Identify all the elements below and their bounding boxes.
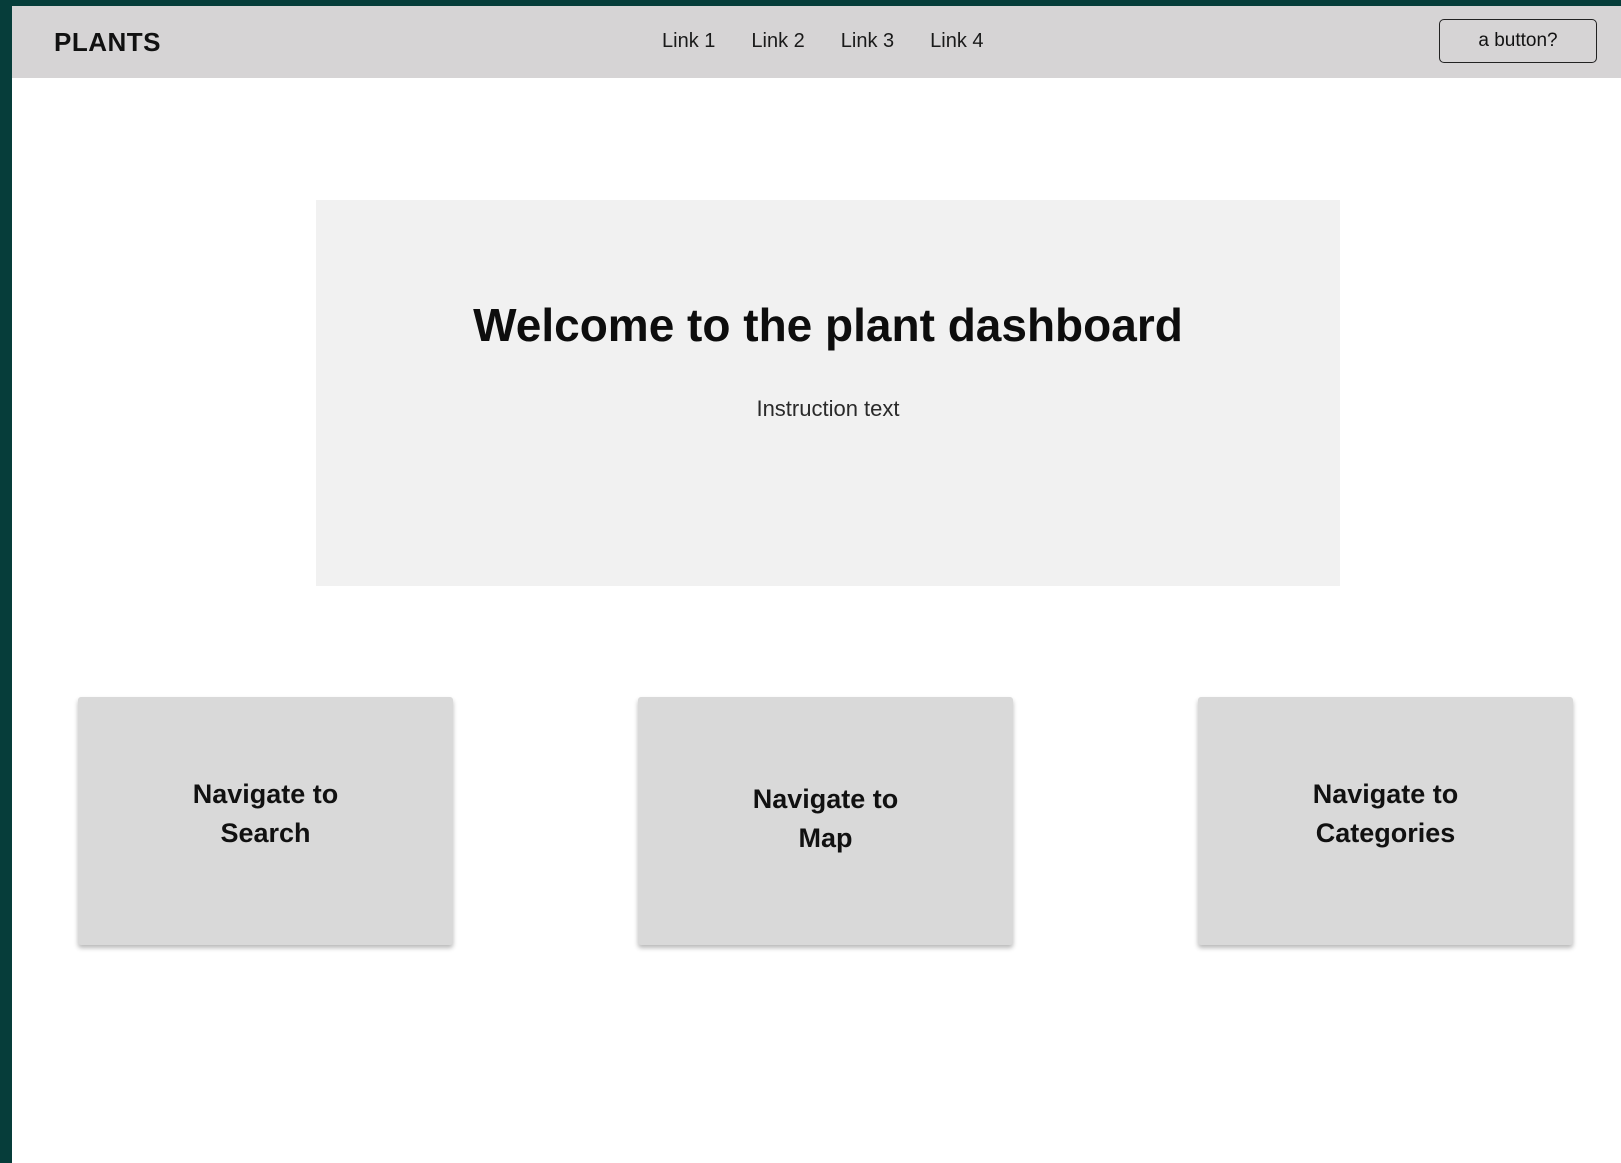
top-navbar: PLANTS Link 1 Link 2 Link 3 Link 4 a but… bbox=[12, 6, 1621, 78]
instruction-text: Instruction text bbox=[756, 396, 900, 421]
card-label-destination: Categories bbox=[1315, 818, 1456, 848]
nav-link-2[interactable]: Link 2 bbox=[751, 30, 804, 53]
card-label-line: Navigate to bbox=[192, 779, 339, 809]
welcome-panel: Welcome to the plant dashboard Instructi… bbox=[316, 200, 1340, 586]
nav-links: Link 1 Link 2 Link 3 Link 4 bbox=[662, 30, 984, 53]
card-label-destination: Search bbox=[220, 818, 311, 848]
card-label: Navigate to Search bbox=[193, 775, 339, 853]
card-label-destination: Map bbox=[798, 823, 853, 853]
card-label-line: Navigate to bbox=[752, 784, 899, 814]
navigate-search-card[interactable]: Navigate to Search bbox=[78, 697, 453, 945]
nav-link-1[interactable]: Link 1 bbox=[662, 30, 715, 53]
page: PLANTS Link 1 Link 2 Link 3 Link 4 a but… bbox=[12, 6, 1621, 1163]
card-label-line: Navigate to bbox=[1312, 779, 1459, 809]
card-label: Navigate to Categories bbox=[1313, 775, 1459, 853]
navigate-map-card[interactable]: Navigate to Map bbox=[638, 697, 1013, 945]
card-label: Navigate to Map bbox=[753, 780, 899, 858]
navigate-categories-card[interactable]: Navigate to Categories bbox=[1198, 697, 1573, 945]
page-title: Welcome to the plant dashboard bbox=[473, 299, 1183, 351]
nav-link-4[interactable]: Link 4 bbox=[930, 30, 983, 53]
nav-link-3[interactable]: Link 3 bbox=[841, 30, 894, 53]
header-action-button[interactable]: a button? bbox=[1439, 19, 1597, 63]
brand-logo[interactable]: PLANTS bbox=[54, 27, 161, 58]
